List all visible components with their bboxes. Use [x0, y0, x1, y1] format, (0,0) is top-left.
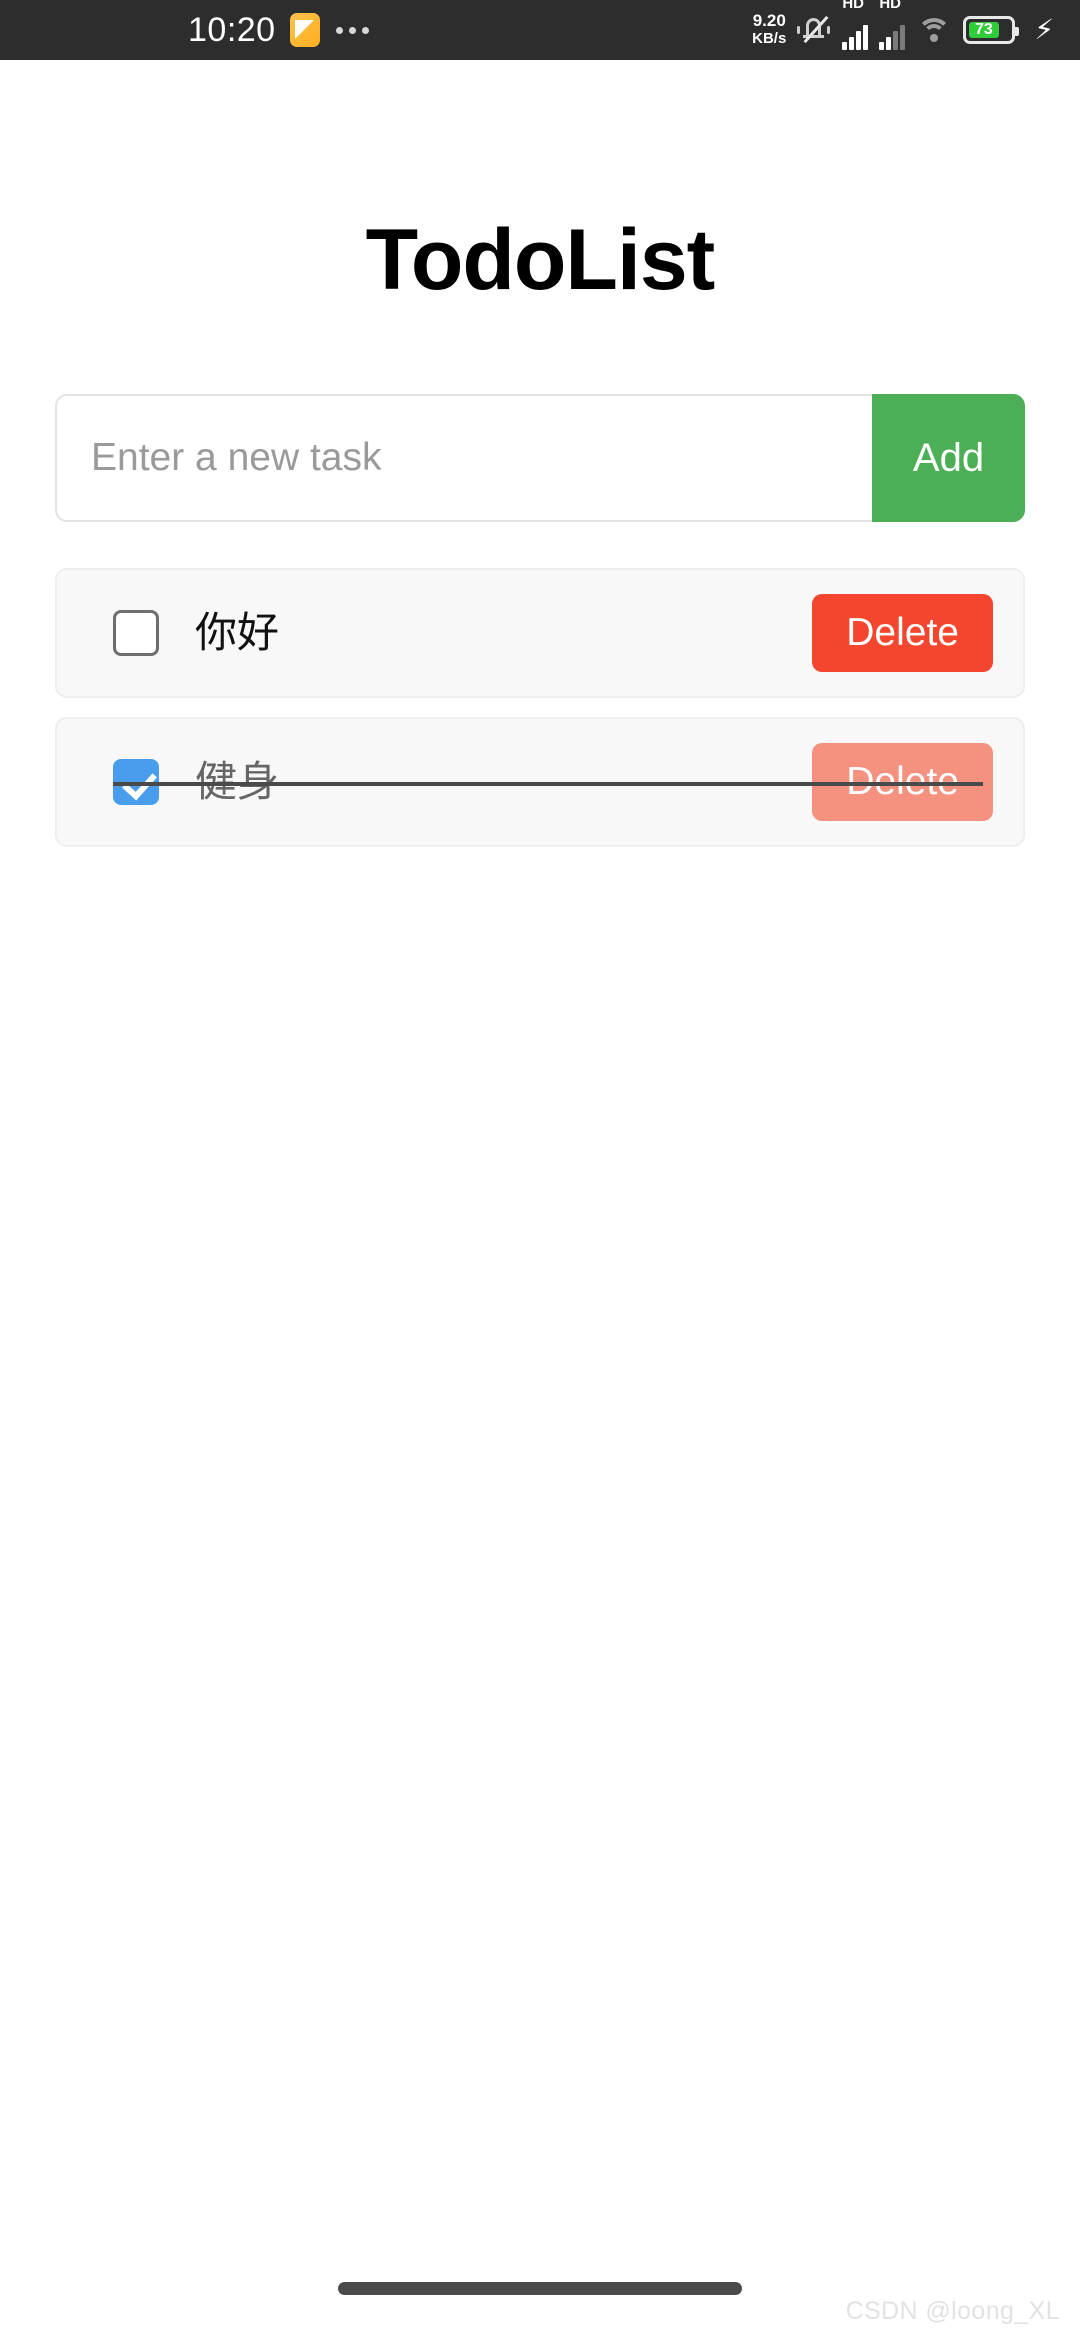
battery-icon: 73	[963, 16, 1020, 44]
delete-task-button[interactable]: Delete	[812, 594, 993, 672]
new-task-form: Add	[55, 394, 1025, 522]
status-bar-right: 9.20 KB/s HD HD 73 ⚡	[752, 0, 1054, 50]
task-row-content: 健身	[113, 759, 812, 805]
gesture-navigation-bar[interactable]	[338, 2282, 742, 2295]
more-notifications-dots-icon	[335, 26, 369, 34]
lightning-bolt-icon: ⚡	[1034, 14, 1054, 45]
bell-muted-icon	[797, 12, 831, 48]
add-task-button[interactable]: Add	[872, 394, 1025, 522]
network-speed-unit: KB/s	[752, 30, 787, 47]
sim1-hd-label: HD	[842, 0, 864, 12]
wifi-icon	[916, 16, 952, 44]
delete-task-button[interactable]: Delete	[812, 743, 993, 821]
status-bar: 10:20 9.20 KB/s HD HD 73 ⚡	[0, 0, 1080, 60]
status-clock: 10:20	[188, 10, 276, 49]
sim2-signal-icon: HD	[879, 0, 906, 50]
page-title: TodoList	[365, 212, 716, 308]
sim1-signal-icon: HD	[842, 0, 869, 50]
new-task-input[interactable]	[55, 394, 872, 522]
watermark: CSDN @loong_XL	[845, 2297, 1060, 2325]
task-label: 健身	[195, 758, 280, 805]
app-content: TodoList Add 你好 Delete 健身 Delete CSDN @l…	[0, 60, 1080, 2340]
task-list: 你好 Delete 健身 Delete	[55, 568, 1025, 847]
sim2-hd-label: HD	[879, 0, 901, 12]
network-speed-value: 9.20	[752, 11, 786, 30]
task-checkbox[interactable]	[113, 759, 159, 805]
task-checkbox[interactable]	[113, 610, 159, 656]
task-row[interactable]: 你好 Delete	[55, 568, 1025, 698]
task-row-content: 你好	[113, 610, 812, 656]
task-row[interactable]: 健身 Delete	[55, 717, 1025, 847]
notes-app-icon	[289, 13, 320, 47]
task-label: 你好	[195, 609, 280, 656]
network-speed-indicator: 9.20 KB/s	[752, 12, 786, 48]
status-bar-left: 10:20	[0, 11, 369, 50]
battery-percent-label: 73	[975, 21, 993, 38]
